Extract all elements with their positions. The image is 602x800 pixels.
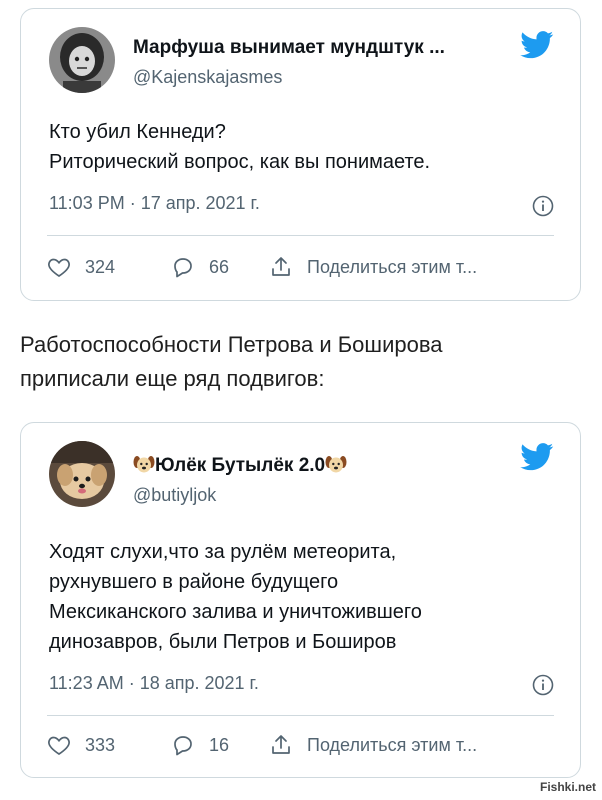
like-button[interactable]: 333 [47,733,115,757]
avatar[interactable] [49,27,115,93]
display-name[interactable]: Юлёк Бутылёк 2.0 [133,454,347,477]
heart-icon [48,258,70,277]
reply-button[interactable]: 16 [171,733,229,757]
watermark: Fishki.net [539,780,596,794]
twitter-bird-icon [520,31,554,59]
tweet-text-line: динозавров, были Петров и Боширов [49,631,397,653]
reply-count: 16 [209,734,230,755]
share-icon [272,735,290,754]
tweet-text: Ходят слухи,что за рулём метеорита, рухн… [49,537,422,657]
reply-bubble-icon [174,258,192,278]
tweet-timestamp[interactable]: 11:03 PM · 17 апр. 2021 г. [49,193,260,214]
info-icon[interactable] [532,674,554,696]
user-handle[interactable]: @butiyljok [133,485,216,506]
caption-line: приписали еще ряд подвигов: [20,366,325,391]
caption-line: Работоспособности Петрова и Боширова [20,332,443,357]
share-icon [272,257,290,276]
share-label: Поделиться этим т... [307,734,478,755]
share-button[interactable]: Поделиться этим т... [269,733,477,757]
info-icon[interactable] [532,195,554,217]
reply-bubble-icon [174,736,192,756]
divider [47,715,554,716]
dog-face-emoji [325,456,347,473]
display-name-text: Юлёк Бутылёк 2.0 [155,455,326,476]
tweet-text-line: Ходят слухи,что за рулём метеорита, [49,541,397,563]
tweet-text-line: Риторический вопрос, как вы понимаете. [49,151,431,173]
user-handle[interactable]: @Kajenskajasmes [133,67,282,88]
twitter-bird-icon [520,443,554,471]
reply-count: 66 [209,256,230,277]
tweet-card-1: Марфуша вынимает мундштук ... @Kajenskaj… [20,8,581,301]
tweet-timestamp[interactable]: 11:23 AM · 18 апр. 2021 г. [49,673,259,694]
tweet-text-line: Кто убил Кеннеди? [49,121,226,143]
caption-text: Работоспособности Петрова и Боширова при… [20,328,443,396]
reply-button[interactable]: 66 [171,255,229,279]
tweet-text: Кто убил Кеннеди? Риторический вопрос, к… [49,117,430,177]
like-count: 333 [85,734,116,755]
tweet-card-2: Юлёк Бутылёк 2.0 @butiyljok Ходят слухи,… [20,422,581,778]
like-button[interactable]: 324 [47,255,115,279]
tweet-actions: 333 16 Поделиться этим т... [47,733,560,763]
divider [47,235,554,236]
display-name[interactable]: Марфуша вынимает мундштук ... [133,37,445,59]
like-count: 324 [85,256,116,277]
tweet-text-line: Мексиканского залива и уничтожившего [49,601,422,623]
dog-face-emoji [133,456,155,473]
avatar[interactable] [49,441,115,507]
share-label: Поделиться этим т... [307,256,478,277]
share-button[interactable]: Поделиться этим т... [269,255,477,279]
tweet-text-line: рухнувшего в районе будущего [49,571,339,593]
heart-icon [48,736,70,755]
tweet-actions: 324 66 Поделиться этим т... [47,255,560,285]
